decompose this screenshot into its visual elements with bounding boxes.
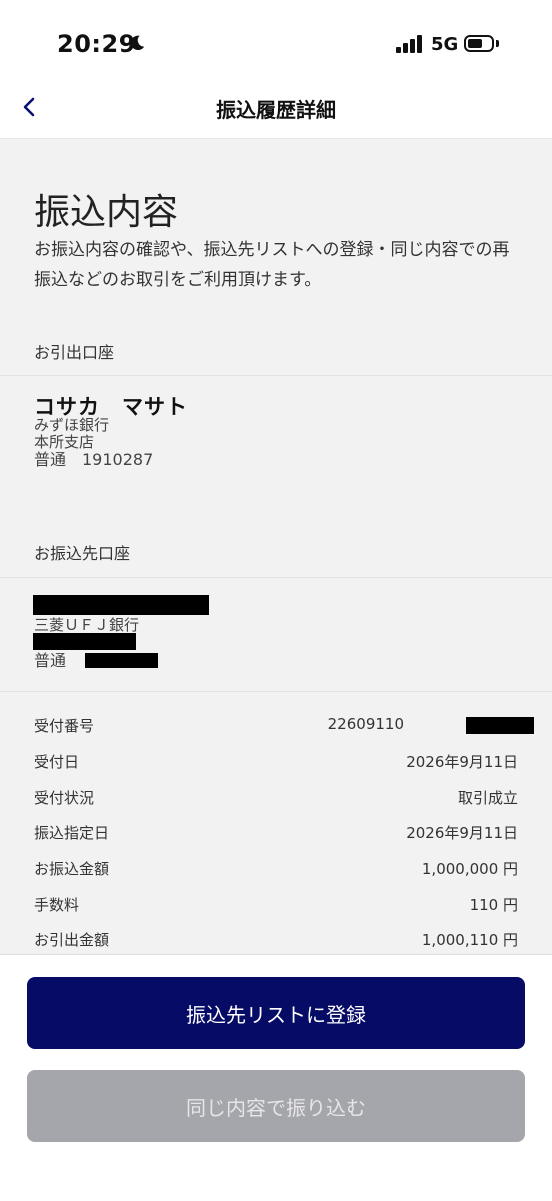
status-bar: 20:29 5G	[0, 0, 552, 80]
redacted-receipt-suffix	[466, 717, 534, 734]
source-branch: 本所支店	[34, 433, 95, 451]
detail-value: 22609110	[327, 715, 404, 733]
detail-label: お引出金額	[34, 931, 110, 949]
battery-cap	[496, 40, 499, 47]
detail-row: 受付状況 取引成立	[34, 787, 518, 811]
network-label: 5G	[431, 34, 459, 55]
detail-row: お振込金額 1,000,000 円	[34, 858, 518, 882]
section-heading: 振込内容	[34, 192, 179, 233]
repeat-transfer-button[interactable]: 同じ内容で振り込む	[27, 1070, 525, 1142]
dest-account-label: お振込先口座	[34, 544, 131, 563]
nav-header: 振込履歴詳細	[0, 80, 552, 139]
detail-value: 取引成立	[457, 789, 518, 807]
section-description: お振込内容の確認や、振込先リストへの登録・同じ内容での再振込などのお取引をご利用…	[34, 240, 510, 290]
moon-icon	[130, 35, 145, 51]
divider	[0, 577, 552, 578]
detail-row: 受付日 2026年9月11日	[34, 751, 518, 775]
detail-label: 振込指定日	[34, 824, 110, 842]
redacted-branch	[33, 633, 136, 650]
detail-label: お振込金額	[34, 860, 110, 878]
divider	[0, 691, 552, 692]
detail-row: 振込指定日 2026年9月11日	[34, 822, 518, 846]
detail-label: 手数料	[34, 896, 80, 914]
detail-value: 1,000,110 円	[421, 931, 518, 949]
battery-icon	[464, 35, 494, 52]
page-title: 振込履歴詳細	[216, 98, 336, 122]
redacted-account-number	[85, 653, 158, 668]
register-payee-button[interactable]: 振込先リストに登録	[27, 977, 525, 1049]
detail-value: 110 円	[469, 896, 518, 914]
redacted-name	[33, 595, 209, 615]
divider	[0, 375, 552, 376]
detail-label: 受付日	[34, 753, 80, 771]
detail-row: お引出金額 1,000,110 円	[34, 929, 518, 953]
detail-value: 1,000,000 円	[421, 860, 518, 878]
status-time: 20:29	[57, 30, 136, 58]
detail-label: 受付状況	[34, 789, 95, 807]
detail-value: 2026年9月11日	[406, 753, 518, 771]
source-bank: みずほ銀行	[34, 416, 110, 434]
source-account-number: 普通 1910287	[34, 450, 154, 469]
detail-row: 受付番号 22609110	[34, 715, 534, 739]
action-bar: 振込先リストに登録 同じ内容で振り込む	[0, 954, 552, 1201]
transfer-detail-content[interactable]: 振込内容 お振込内容の確認や、振込先リストへの登録・同じ内容での再振込などのお取…	[0, 139, 552, 954]
source-account-label: お引出口座	[34, 343, 115, 362]
detail-label: 受付番号	[34, 717, 95, 735]
detail-row: 手数料 110 円	[34, 894, 518, 918]
dest-bank: 三菱ＵＦＪ銀行	[34, 616, 140, 634]
detail-value: 2026年9月11日	[406, 824, 518, 842]
dest-account-type: 普通	[34, 651, 67, 670]
signal-icon	[396, 35, 424, 53]
